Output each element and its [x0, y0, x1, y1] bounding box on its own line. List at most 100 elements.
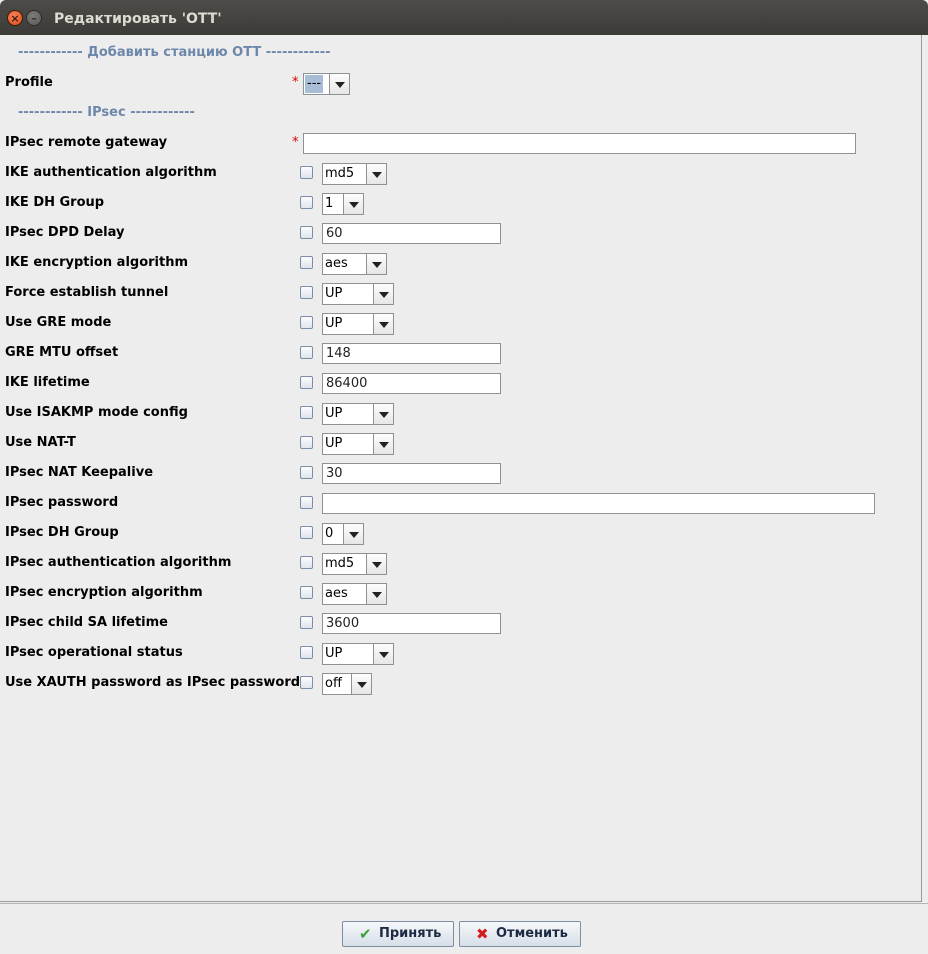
chevron-down-icon[interactable]: [373, 404, 393, 424]
form-panel: ------------ Добавить станцию OTT ------…: [0, 35, 922, 902]
field-combo-value: aes: [325, 586, 348, 601]
field-row: IPsec DH Group 0: [0, 521, 900, 545]
cross-icon: ✖: [476, 925, 489, 943]
field-label: Use XAUTH password as IPsec password: [5, 675, 301, 690]
field-combo-value: 1: [325, 196, 334, 211]
chevron-down-icon[interactable]: [351, 674, 371, 694]
chevron-down-icon[interactable]: [366, 254, 386, 274]
field-checkbox[interactable]: [300, 166, 313, 179]
field-input[interactable]: [322, 493, 875, 514]
checkmark-icon: ✔: [359, 925, 372, 943]
chevron-down-icon[interactable]: [366, 164, 386, 184]
field-combo-value: md5: [325, 556, 355, 571]
field-combo-value: off: [325, 676, 342, 691]
field-input[interactable]: 30: [322, 463, 501, 484]
field-label: Use NAT-T: [5, 435, 76, 450]
chevron-down-icon[interactable]: [343, 194, 363, 214]
profile-combo[interactable]: ---: [303, 73, 350, 95]
field-checkbox[interactable]: [300, 226, 313, 239]
cancel-button[interactable]: ✖ Отменить: [459, 921, 581, 947]
field-label: IPsec encryption algorithm: [5, 585, 203, 600]
field-combo[interactable]: UP: [322, 643, 394, 665]
chevron-down-icon[interactable]: [366, 584, 386, 604]
field-row: Use XAUTH password as IPsec password off: [0, 671, 900, 695]
accept-button[interactable]: ✔ Принять: [342, 921, 454, 947]
field-combo-value: UP: [325, 646, 343, 661]
field-checkbox[interactable]: [300, 256, 313, 269]
field-combo-value: UP: [325, 436, 343, 451]
gateway-row: IPsec remote gateway *: [0, 131, 900, 155]
field-row: Force establish tunnel UP: [0, 281, 900, 305]
field-combo-value: UP: [325, 286, 343, 301]
chevron-down-icon[interactable]: [343, 524, 363, 544]
button-bar: ✔ Принять ✖ Отменить: [0, 903, 928, 954]
edit-dialog: × – Редактировать 'OTT' ------------ Доб…: [0, 0, 928, 954]
field-checkbox[interactable]: [300, 616, 313, 629]
chevron-down-icon[interactable]: [373, 644, 393, 664]
section-header-ipsec: ------------ IPsec ------------: [18, 105, 195, 120]
field-label: IKE encryption algorithm: [5, 255, 189, 270]
field-checkbox[interactable]: [300, 526, 313, 539]
field-checkbox[interactable]: [300, 496, 313, 509]
field-checkbox[interactable]: [300, 316, 313, 329]
field-label: IKE lifetime: [5, 375, 90, 390]
field-row: IKE lifetime 86400: [0, 371, 900, 395]
field-combo-value: UP: [325, 316, 343, 331]
field-label: IKE authentication algorithm: [5, 165, 217, 180]
field-checkbox[interactable]: [300, 586, 313, 599]
field-checkbox[interactable]: [300, 286, 313, 299]
field-combo[interactable]: md5: [322, 163, 387, 185]
field-combo-value: md5: [325, 166, 355, 181]
field-label: Use GRE mode: [5, 315, 112, 330]
field-combo[interactable]: UP: [322, 313, 394, 335]
field-checkbox[interactable]: [300, 556, 313, 569]
field-row: IKE encryption algorithm aes: [0, 251, 900, 275]
profile-row: Profile * ---: [0, 71, 900, 95]
required-marker: *: [292, 75, 299, 90]
field-combo-value: aes: [325, 256, 348, 271]
field-combo[interactable]: UP: [322, 433, 394, 455]
field-label: IPsec DH Group: [5, 525, 119, 540]
field-input[interactable]: 3600: [322, 613, 501, 634]
field-checkbox[interactable]: [300, 376, 313, 389]
field-checkbox[interactable]: [300, 436, 313, 449]
cancel-button-label: Отменить: [496, 926, 568, 941]
field-combo[interactable]: UP: [322, 403, 394, 425]
field-row: IPsec NAT Keepalive 30: [0, 461, 900, 485]
field-row: IPsec operational status UP: [0, 641, 900, 665]
field-checkbox[interactable]: [300, 196, 313, 209]
field-label: Use ISAKMP mode config: [5, 405, 188, 420]
field-combo[interactable]: aes: [322, 583, 387, 605]
field-checkbox[interactable]: [300, 676, 313, 689]
gateway-input[interactable]: [303, 133, 856, 154]
section-header-add-station: ------------ Добавить станцию OTT ------…: [18, 45, 331, 60]
field-combo[interactable]: 0: [322, 523, 364, 545]
field-checkbox[interactable]: [300, 346, 313, 359]
field-combo[interactable]: UP: [322, 283, 394, 305]
field-input[interactable]: 148: [322, 343, 501, 364]
gateway-label: IPsec remote gateway: [5, 135, 168, 150]
field-row: IPsec encryption algorithm aes: [0, 581, 900, 605]
field-combo[interactable]: off: [322, 673, 372, 695]
field-label: IPsec operational status: [5, 645, 183, 660]
field-input[interactable]: 86400: [322, 373, 501, 394]
minimize-icon[interactable]: –: [26, 10, 42, 26]
field-combo[interactable]: 1: [322, 193, 364, 215]
field-checkbox[interactable]: [300, 406, 313, 419]
field-label: GRE MTU offset: [5, 345, 119, 360]
chevron-down-icon[interactable]: [329, 74, 349, 94]
title-bar[interactable]: × – Редактировать 'OTT': [0, 0, 928, 35]
chevron-down-icon[interactable]: [373, 284, 393, 304]
profile-value: ---: [305, 75, 324, 93]
field-checkbox[interactable]: [300, 646, 313, 659]
chevron-down-icon[interactable]: [373, 314, 393, 334]
field-checkbox[interactable]: [300, 466, 313, 479]
field-combo[interactable]: aes: [322, 253, 387, 275]
field-combo[interactable]: md5: [322, 553, 387, 575]
chevron-down-icon[interactable]: [366, 554, 386, 574]
close-icon[interactable]: ×: [7, 10, 23, 26]
window-title: Редактировать 'OTT': [54, 11, 222, 27]
chevron-down-icon[interactable]: [373, 434, 393, 454]
field-label: IPsec authentication algorithm: [5, 555, 232, 570]
field-input[interactable]: 60: [322, 223, 501, 244]
